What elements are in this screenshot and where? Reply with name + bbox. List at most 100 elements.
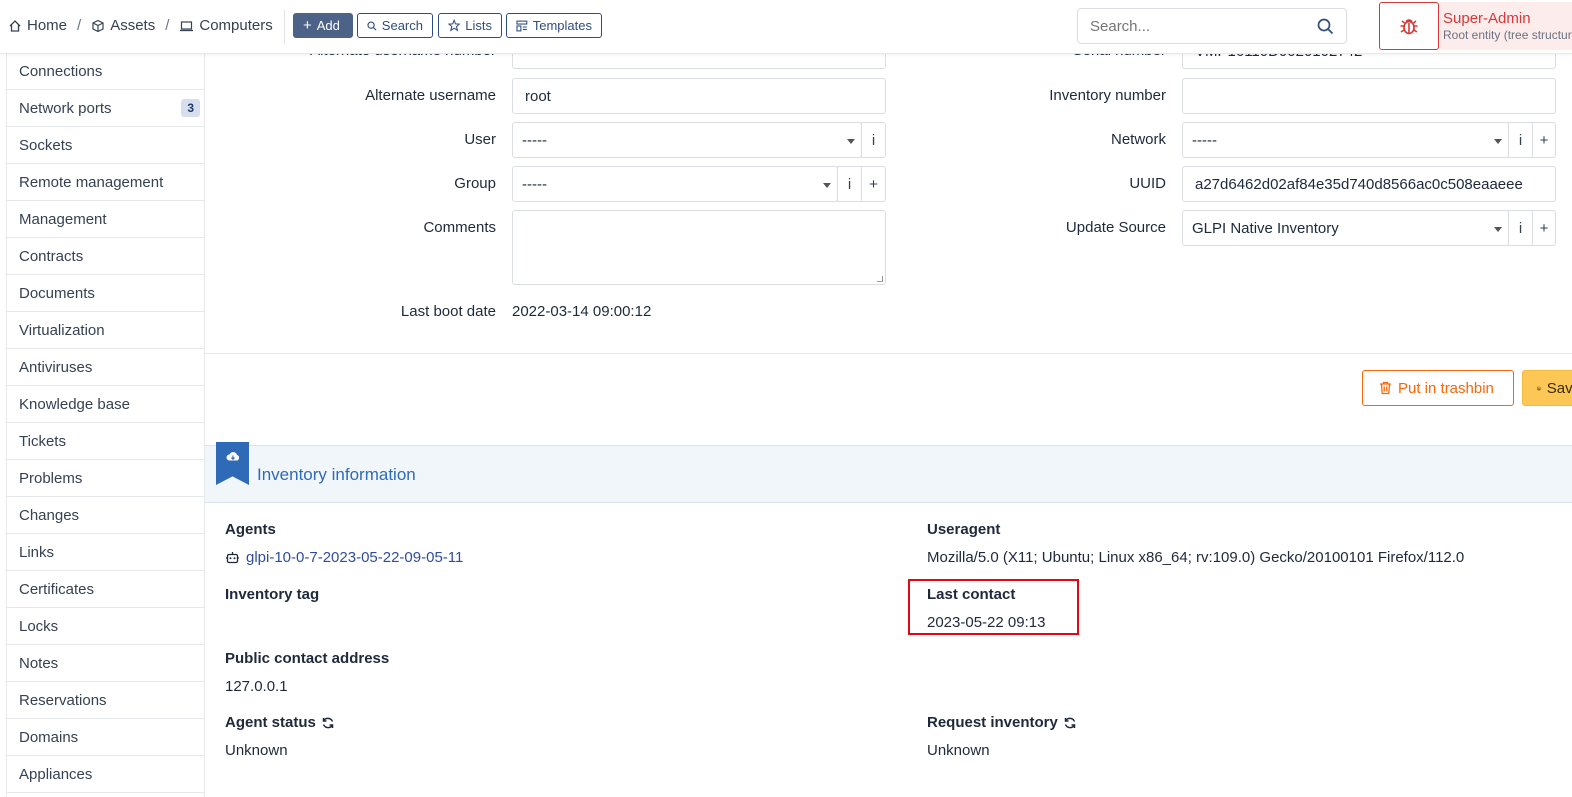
user-menu[interactable]: Super-Admin Root entity (tree structure) [1439,2,1572,50]
user-label: User [464,131,496,148]
sidebar-item-documents[interactable]: Documents [7,275,204,312]
network-label: Network [1110,131,1166,148]
breadcrumb-separator: / [77,17,82,34]
alt-username-input[interactable]: root [512,78,886,114]
user-select[interactable]: ----- [512,122,862,158]
sidebar-item-network-ports[interactable]: Network ports 3 [7,90,204,127]
debug-mode-button[interactable] [1379,2,1439,50]
templates-button[interactable]: Templates [506,13,602,38]
plus-icon: + [869,175,878,193]
sidebar-item-label: Domains [19,728,79,746]
last-boot-value: 2022-03-14 09:00:12 [512,303,652,320]
network-select-value: ----- [1192,131,1217,149]
user-info-button[interactable]: i [861,122,886,158]
sidebar-item-virtualization[interactable]: Virtualization [7,312,204,349]
update-source-info-button[interactable]: i [1508,210,1533,246]
update-source-add-button[interactable]: + [1532,210,1556,246]
sidebar-item-changes[interactable]: Changes [7,497,204,534]
breadcrumb-assets[interactable]: Assets [91,17,155,34]
info-icon: i [847,175,852,193]
sidebar-item-label: Connections [19,63,103,80]
cloud-download-icon [226,452,239,461]
agent-name: glpi-10-0-7-2023-05-22-09-05-11 [246,549,464,566]
breadcrumb-computers-label: Computers [199,17,273,34]
sidebar-item-remote-management[interactable]: Remote management [7,164,204,201]
refresh-icon[interactable] [1063,716,1077,730]
inventory-section-title: Inventory information [257,465,416,484]
breadcrumb-home[interactable]: Home [8,17,67,34]
highlight-box [908,579,1079,635]
sidebar-item-management[interactable]: Management [7,201,204,238]
search-icon [367,21,377,30]
sidebar-item-label: Management [19,210,107,228]
search-icon[interactable] [1317,18,1334,35]
sidebar-item-label: Tickets [19,432,66,450]
laptop-icon [180,20,194,31]
sidebar-item-label: Appliances [19,765,93,783]
lists-button[interactable]: Lists [438,13,502,38]
update-source-select[interactable]: GLPI Native Inventory [1182,210,1509,246]
sidebar-item-label: Sockets [19,136,73,154]
network-select[interactable]: ----- [1182,122,1509,158]
sidebar-item-label: Certificates [19,580,95,598]
refresh-icon[interactable] [321,716,335,730]
global-search [1077,8,1347,44]
uuid-label: UUID [1129,175,1166,192]
chevron-down-icon [823,183,831,188]
user-select-value: ----- [522,131,547,149]
search-button[interactable]: Search [357,13,433,38]
global-search-input[interactable] [1090,17,1310,35]
sidebar-tabs: Connections Network ports 3 Sockets Remot… [6,54,205,797]
sidebar-item-notes[interactable]: Notes [7,645,204,682]
user-name: Super-Admin [1443,10,1531,27]
uuid-input[interactable]: a27d6462d02af84e35d740d8566ac0c508eaaeee [1182,166,1556,202]
inventory-ribbon [216,442,249,485]
sidebar-item-links[interactable]: Links [7,534,204,571]
useragent-label: Useragent [927,521,1001,538]
agent-status-label-group: Agent status [225,714,335,731]
sidebar-item-domains[interactable]: Domains [7,719,204,756]
inventory-number-input[interactable] [1182,78,1556,114]
chevron-down-icon [847,139,855,144]
user-entity: Root entity (tree structure) [1443,28,1572,42]
group-add-button[interactable]: + [861,166,886,202]
group-info-button[interactable]: i [837,166,862,202]
network-add-button[interactable]: + [1532,122,1556,158]
sidebar-item-problems[interactable]: Problems [7,460,204,497]
agent-status-value: Unknown [225,742,288,759]
request-inventory-label: Request inventory [927,714,1058,731]
sidebar-item-contracts[interactable]: Contracts [7,238,204,275]
sidebar-item-sockets[interactable]: Sockets [7,127,204,164]
sidebar-item-antiviruses[interactable]: Antiviruses [7,349,204,386]
sidebar-item-locks[interactable]: Locks [7,608,204,645]
info-icon: i [871,131,876,149]
sidebar-item-connections[interactable]: Connections [7,54,204,90]
agent-status-label: Agent status [225,714,316,731]
sidebar-item-reservations[interactable]: Reservations [7,682,204,719]
add-button[interactable]: + Add [293,13,353,38]
info-icon: i [1518,131,1523,149]
put-in-trashbin-button[interactable]: Put in trashbin [1362,370,1514,406]
sidebar-item-label: Remote management [19,173,164,191]
group-select[interactable]: ----- [512,166,838,202]
sidebar-item-label: Antiviruses [19,358,93,376]
sidebar-item-label: Notes [19,654,59,672]
header-divider [284,10,285,44]
public-address-value: 127.0.0.1 [225,678,288,695]
sidebar-item-appliances[interactable]: Appliances [7,756,204,793]
agents-label: Agents [225,521,276,538]
sidebar-item-tickets[interactable]: Tickets [7,423,204,460]
count-badge: 3 [181,99,200,117]
save-button[interactable]: Save [1522,370,1572,406]
bug-icon [1400,19,1418,35]
info-icon: i [1518,219,1523,237]
resize-handle[interactable] [877,276,883,282]
breadcrumb-computers[interactable]: Computers [179,17,273,34]
agent-link[interactable]: glpi-10-0-7-2023-05-22-09-05-11 [225,549,463,566]
sidebar-item-knowledge-base[interactable]: Knowledge base [7,386,204,423]
breadcrumb-assets-label: Assets [110,17,156,34]
sidebar-item-certificates[interactable]: Certificates [7,571,204,608]
save-icon [1537,386,1541,390]
network-info-button[interactable]: i [1508,122,1533,158]
comments-textarea[interactable] [512,210,886,285]
